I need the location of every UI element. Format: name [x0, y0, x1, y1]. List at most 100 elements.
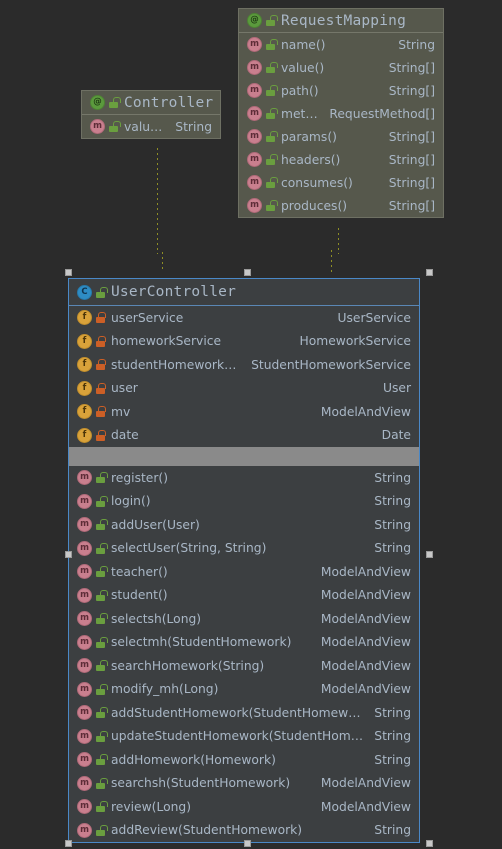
method-row[interactable]: m selectUser(String, String) String: [69, 537, 419, 561]
method-row[interactable]: m register() String: [69, 466, 419, 490]
unlock-public-icon: [96, 566, 108, 578]
method-row[interactable]: m modify_mh(Long) ModelAndView: [69, 678, 419, 702]
diagram-canvas[interactable]: @ Controller m value() String @ RequestM…: [0, 0, 502, 849]
method-type: ModelAndView: [320, 611, 411, 626]
member-type: String[]: [388, 83, 435, 98]
field-type: HomeworkService: [299, 334, 411, 349]
member-row[interactable]: m method() RequestMethod[]: [239, 102, 443, 125]
unlock-public-icon: [96, 589, 108, 601]
method-row[interactable]: m review(Long) ModelAndView: [69, 795, 419, 819]
node-controller-body: m value() String: [82, 115, 220, 138]
unlock-public-icon: [96, 707, 108, 719]
node-controller-header: @ Controller: [82, 91, 220, 115]
node-request-mapping[interactable]: @ RequestMapping m name() String m value…: [238, 8, 444, 218]
unlock-public-icon: [266, 131, 278, 142]
field-type: Date: [381, 428, 411, 443]
method-name: student(): [111, 588, 168, 603]
member-row[interactable]: m consumes() String[]: [239, 171, 443, 194]
node-controller[interactable]: @ Controller m value() String: [81, 90, 221, 139]
method-icon: m: [77, 705, 92, 721]
resize-handle-top-right[interactable]: [426, 269, 433, 276]
member-row[interactable]: m value() String[]: [239, 56, 443, 79]
method-icon: m: [77, 775, 92, 791]
member-row[interactable]: m produces() String[]: [239, 194, 443, 217]
lock-private-icon: [96, 312, 106, 324]
field-type: UserService: [337, 310, 411, 325]
field-row[interactable]: f userService UserService: [69, 306, 419, 330]
node-request-mapping-header: @ RequestMapping: [239, 9, 443, 33]
method-row[interactable]: m teacher() ModelAndView: [69, 560, 419, 584]
method-type: String: [374, 541, 411, 556]
method-row[interactable]: m student() ModelAndView: [69, 584, 419, 608]
resize-handle-bottom-left[interactable]: [65, 840, 72, 847]
field-icon: f: [77, 357, 92, 373]
field-name: homeworkService: [111, 334, 222, 349]
method-name: selectsh(Long): [111, 611, 202, 626]
method-type: ModelAndView: [320, 799, 411, 814]
field-row[interactable]: f date Date: [69, 424, 419, 448]
method-icon: m: [247, 129, 262, 144]
method-row[interactable]: m selectmh(StudentHomework) ModelAndView: [69, 631, 419, 655]
method-icon: m: [77, 493, 92, 509]
node-request-mapping-body: m name() String m value() String[] m pat…: [239, 33, 443, 217]
unlock-public-icon: [96, 683, 108, 695]
connector-requestmapping-to-usercontroller: [338, 228, 339, 254]
member-row[interactable]: m value() String: [82, 115, 220, 138]
method-row[interactable]: m addStudentHomework(StudentHomework) St…: [69, 701, 419, 725]
member-row[interactable]: m headers() String[]: [239, 148, 443, 171]
method-name: register(): [111, 470, 169, 485]
unlock-public-icon: [266, 15, 278, 26]
lock-private-icon: [96, 406, 106, 418]
method-type: ModelAndView: [320, 588, 411, 603]
fields-methods-separator: [69, 447, 419, 466]
method-icon: m: [77, 470, 92, 486]
node-user-controller-header: C UserController: [69, 279, 419, 306]
resize-handle-top-center[interactable]: [244, 269, 251, 276]
resize-handle-bottom-right[interactable]: [426, 840, 433, 847]
method-row[interactable]: m addHomework(Homework) String: [69, 748, 419, 772]
member-type: String[]: [388, 60, 435, 75]
member-name: value(): [281, 60, 325, 75]
member-type: String: [398, 37, 435, 52]
unlock-public-icon: [109, 97, 121, 108]
resize-handle-middle-right[interactable]: [426, 551, 433, 558]
node-request-mapping-title: RequestMapping: [281, 12, 407, 29]
unlock-public-icon: [266, 108, 278, 119]
member-row[interactable]: m params() String[]: [239, 125, 443, 148]
member-type: String[]: [388, 175, 435, 190]
resize-handle-bottom-center[interactable]: [244, 840, 251, 847]
field-name: studentHomeworkService: [111, 357, 241, 372]
method-name: login(): [111, 494, 151, 509]
lock-private-icon: [96, 359, 106, 371]
field-icon: f: [77, 427, 92, 443]
member-row[interactable]: m name() String: [239, 33, 443, 56]
field-row[interactable]: f user User: [69, 377, 419, 401]
member-name: name(): [281, 37, 326, 52]
method-row[interactable]: m searchsh(StudentHomework) ModelAndView: [69, 772, 419, 796]
member-row[interactable]: m path() String[]: [239, 79, 443, 102]
method-row[interactable]: m addReview(StudentHomework) String: [69, 819, 419, 843]
lock-private-icon: [96, 382, 106, 394]
field-row[interactable]: f homeworkService HomeworkService: [69, 330, 419, 354]
method-icon: m: [77, 517, 92, 533]
method-name: selectUser(String, String): [111, 541, 267, 556]
node-user-controller[interactable]: C UserController f userService UserServi…: [68, 278, 420, 843]
field-row[interactable]: f studentHomeworkService StudentHomework…: [69, 353, 419, 377]
method-row[interactable]: m addUser(User) String: [69, 513, 419, 537]
field-name: userService: [111, 310, 184, 325]
field-row[interactable]: f mv ModelAndView: [69, 400, 419, 424]
method-type: ModelAndView: [320, 658, 411, 673]
unlock-public-icon: [96, 472, 108, 484]
member-name: method(): [281, 106, 319, 121]
method-row[interactable]: m selectsh(Long) ModelAndView: [69, 607, 419, 631]
method-row[interactable]: m login() String: [69, 490, 419, 514]
unlock-public-icon: [96, 754, 108, 766]
resize-handle-middle-left[interactable]: [65, 551, 72, 558]
method-type: String: [374, 517, 411, 532]
member-name: path(): [281, 83, 319, 98]
annotation-icon: @: [90, 95, 105, 110]
method-row[interactable]: m updateStudentHomework(StudentHomework)…: [69, 725, 419, 749]
unlock-public-icon: [96, 660, 108, 672]
resize-handle-top-left[interactable]: [65, 269, 72, 276]
method-row[interactable]: m searchHomework(String) ModelAndView: [69, 654, 419, 678]
